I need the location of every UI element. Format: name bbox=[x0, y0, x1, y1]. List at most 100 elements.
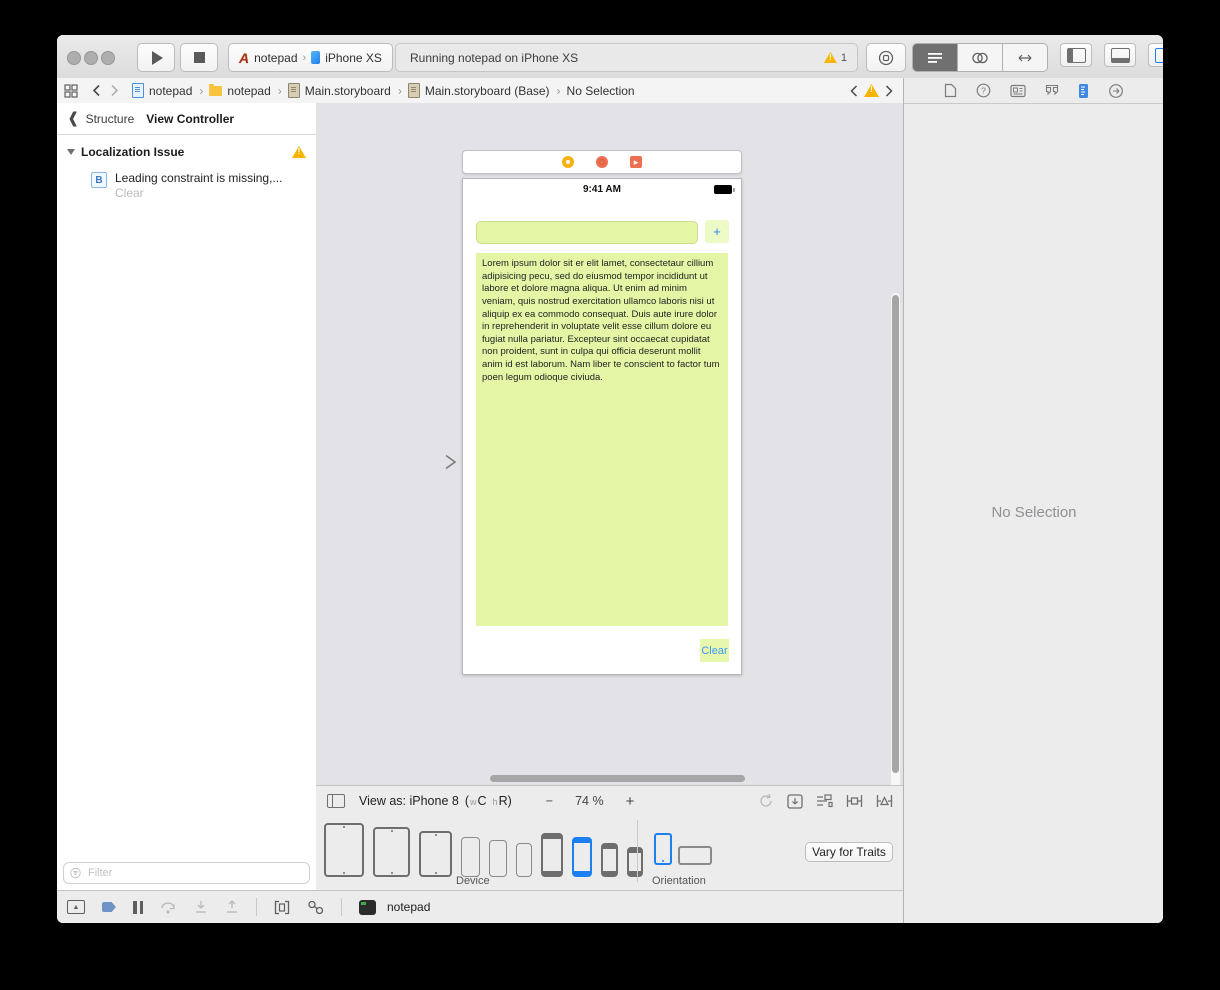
canvas-bottom-bar: View as: iPhone 8 ( w C h R) − 74 % + bbox=[316, 785, 903, 816]
step-into-button[interactable] bbox=[194, 900, 208, 914]
device-iphone-xr[interactable] bbox=[489, 840, 507, 877]
note-title-textfield[interactable] bbox=[476, 221, 698, 244]
clear-button[interactable]: Clear bbox=[700, 639, 729, 662]
issue-item-row[interactable]: B Leading constraint is missing,... Clea… bbox=[57, 171, 316, 201]
run-button[interactable] bbox=[137, 43, 175, 72]
breadcrumb-label: notepad bbox=[149, 83, 193, 98]
add-constraints-button[interactable] bbox=[846, 794, 863, 808]
running-process-name[interactable]: notepad bbox=[387, 900, 430, 914]
app-icon: A bbox=[239, 49, 250, 66]
identity-inspector-tab[interactable] bbox=[1010, 84, 1026, 98]
back-chevron-icon[interactable]: ❰ bbox=[67, 109, 80, 127]
embed-in-button[interactable] bbox=[787, 793, 803, 809]
warning-count-badge[interactable]: 1 bbox=[823, 51, 847, 64]
panel-toggles bbox=[1060, 43, 1163, 67]
library-button[interactable] bbox=[866, 43, 906, 72]
device-iphone-xs[interactable] bbox=[516, 843, 532, 877]
zoom-window-button[interactable] bbox=[101, 51, 115, 65]
device-iphone-4s[interactable] bbox=[627, 847, 643, 877]
exit-segue-icon[interactable]: ▸ bbox=[630, 156, 642, 168]
initial-view-controller-arrow bbox=[392, 454, 457, 470]
toolbar: A notepad › iPhone XS Running notepad on… bbox=[57, 35, 1163, 79]
go-back-button[interactable] bbox=[92, 84, 101, 97]
next-issue-button[interactable] bbox=[885, 84, 893, 97]
size-inspector-tab-selected[interactable] bbox=[1078, 83, 1089, 99]
align-button[interactable] bbox=[816, 794, 833, 808]
pause-button[interactable] bbox=[133, 900, 143, 914]
view-as-button[interactable]: View as: iPhone 8 ( w C h R) bbox=[359, 794, 512, 808]
inspector-panel-toggle[interactable] bbox=[1148, 43, 1163, 67]
first-responder-icon[interactable] bbox=[596, 156, 608, 168]
disclosure-triangle-icon[interactable] bbox=[67, 149, 75, 155]
update-frames-button[interactable] bbox=[758, 793, 774, 809]
zoom-in-button[interactable]: + bbox=[626, 793, 635, 810]
storyboard-canvas[interactable]: ▸ 9:41 AM + Lorem ipsum dolor sit er eli… bbox=[316, 103, 903, 785]
device-iphone-8-selected[interactable] bbox=[572, 837, 592, 877]
version-editor-icon bbox=[1018, 54, 1032, 61]
breadcrumb-label: No Selection bbox=[566, 83, 635, 98]
resolve-autolayout-button[interactable] bbox=[876, 794, 893, 808]
debug-panel-toggle[interactable] bbox=[1104, 43, 1136, 67]
orientation-landscape[interactable] bbox=[678, 846, 712, 865]
quick-help-inspector-tab[interactable]: ? bbox=[976, 83, 991, 98]
breadcrumb-storyboard-base[interactable]: Main.storyboard (Base) › bbox=[407, 83, 561, 98]
breadcrumb-label: Main.storyboard bbox=[304, 83, 391, 98]
device-ipad-pro-12[interactable] bbox=[324, 823, 364, 877]
note-textview[interactable]: Lorem ipsum dolor sit er elit lamet, con… bbox=[476, 253, 728, 626]
breadcrumb-project[interactable]: notepad › bbox=[132, 83, 203, 98]
view-controller-icon[interactable] bbox=[562, 156, 574, 168]
breadcrumb-selection[interactable]: No Selection bbox=[567, 84, 635, 98]
trait-w-small: w bbox=[470, 797, 477, 807]
breadcrumb-folder[interactable]: notepad › bbox=[209, 83, 282, 98]
related-items-button[interactable] bbox=[64, 83, 78, 98]
debug-bar-divider bbox=[256, 898, 257, 916]
go-forward-button[interactable] bbox=[110, 84, 119, 97]
related-items-icon bbox=[64, 83, 78, 98]
add-note-button[interactable]: + bbox=[705, 220, 729, 243]
structure-back-button[interactable]: Structure bbox=[86, 112, 135, 126]
step-over-button[interactable] bbox=[160, 901, 177, 914]
navigator-panel-toggle[interactable] bbox=[1060, 43, 1092, 67]
view-controller-scene[interactable]: 9:41 AM + Lorem ipsum dolor sit er elit … bbox=[462, 178, 742, 675]
close-window-button[interactable] bbox=[67, 51, 81, 65]
breakpoints-toggle[interactable] bbox=[102, 902, 116, 912]
issue-group-row[interactable]: Localization Issue bbox=[57, 145, 316, 159]
view-hierarchy-debugger-button[interactable] bbox=[274, 900, 290, 915]
filter-input[interactable] bbox=[85, 866, 303, 880]
scheme-selector[interactable]: A notepad › iPhone XS bbox=[228, 43, 393, 72]
document-outline-toggle[interactable] bbox=[327, 794, 345, 808]
device-ipad-pro-10[interactable] bbox=[373, 827, 410, 877]
warning-icon bbox=[823, 52, 837, 63]
device-iphone-se[interactable] bbox=[601, 843, 618, 877]
current-issue-warning-icon[interactable] bbox=[864, 84, 879, 97]
previous-issue-button[interactable] bbox=[850, 84, 858, 97]
standard-editor-button[interactable] bbox=[913, 44, 958, 71]
warning-count: 1 bbox=[840, 51, 847, 64]
connections-inspector-tab[interactable] bbox=[1108, 83, 1124, 99]
orientation-portrait-selected[interactable] bbox=[654, 833, 672, 865]
breadcrumb-label: Main.storyboard (Base) bbox=[424, 83, 550, 98]
minimize-window-button[interactable] bbox=[84, 51, 98, 65]
filter-field[interactable] bbox=[63, 862, 310, 884]
zoom-controls: − 74 % + bbox=[546, 793, 635, 810]
zoom-out-button[interactable]: − bbox=[546, 794, 553, 808]
step-out-button[interactable] bbox=[225, 900, 239, 914]
vary-for-traits-button[interactable]: Vary for Traits bbox=[805, 842, 893, 862]
breadcrumb-storyboard[interactable]: Main.storyboard › bbox=[287, 83, 402, 98]
zoom-level[interactable]: 74 % bbox=[575, 794, 604, 808]
version-editor-button[interactable] bbox=[1003, 44, 1047, 71]
device-iphone-xs-max[interactable] bbox=[461, 837, 480, 877]
stop-button[interactable] bbox=[180, 43, 218, 72]
debug-area-toggle[interactable]: ▲ bbox=[67, 900, 85, 914]
canvas-horizontal-scrollbar[interactable] bbox=[490, 775, 745, 782]
file-inspector-tab[interactable] bbox=[944, 83, 957, 98]
device-iphone-8-plus[interactable] bbox=[541, 833, 563, 877]
canvas-vertical-scrollbar[interactable] bbox=[891, 293, 900, 785]
attributes-inspector-tab[interactable] bbox=[1045, 83, 1059, 98]
memory-graph-debugger-button[interactable] bbox=[307, 900, 324, 915]
running-app-icon[interactable] bbox=[359, 899, 376, 915]
vertical-scrollbar-thumb[interactable] bbox=[892, 295, 899, 773]
assistant-editor-button[interactable] bbox=[958, 44, 1003, 71]
navigator-panel-icon bbox=[1066, 47, 1086, 63]
device-ipad[interactable] bbox=[419, 831, 452, 877]
